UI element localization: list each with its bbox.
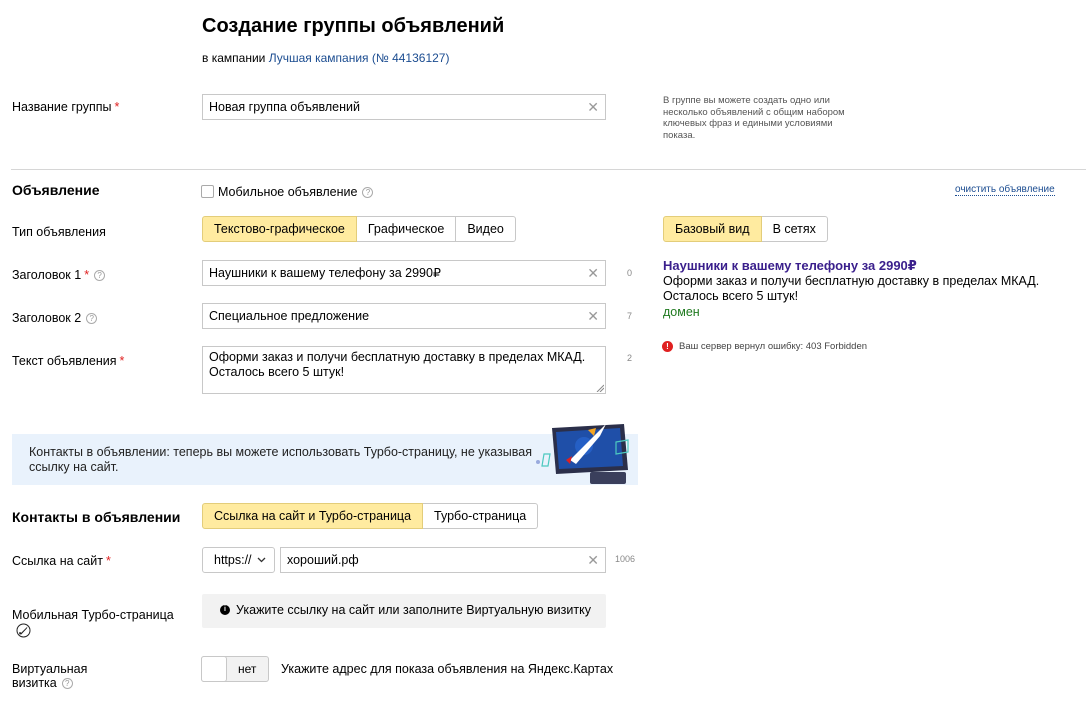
site-link-counter: 1006	[615, 554, 636, 564]
ad-section-title: Объявление	[12, 182, 100, 198]
preview-text: Оформи заказ и получи бесплатную доставк…	[663, 274, 1040, 303]
preview-error: ! Ваш сервер вернул ошибку: 403 Forbidde…	[662, 341, 867, 352]
question-icon[interactable]: ?	[86, 313, 98, 324]
vcard-label-line1: Виртуальная	[12, 662, 88, 676]
group-name-value: Новая группа объявлений	[209, 100, 361, 114]
mobile-ad-label: Мобильное объявление?	[218, 185, 374, 199]
turbo-notice-text: i Укажите ссылку на сайт или заполните В…	[220, 603, 591, 617]
title2-value: Специальное предложение	[209, 309, 370, 323]
mobile-ad-label-text: Мобильное объявление	[218, 185, 358, 199]
ad-type-graphic[interactable]: Графическое	[356, 216, 457, 242]
close-icon[interactable]: ✕	[587, 548, 599, 572]
question-icon[interactable]: ?	[362, 187, 374, 198]
protocol-select[interactable]: https://	[202, 547, 275, 573]
title1-label-text: Заголовок 1	[12, 268, 82, 282]
banner-illustration-icon	[536, 424, 629, 484]
site-link-input[interactable]: хороший.рф ✕	[280, 547, 606, 573]
close-icon[interactable]: ✕	[587, 304, 599, 328]
title1-label: Заголовок 1 *?	[12, 268, 106, 282]
group-name-label-text: Название группы	[12, 100, 112, 114]
title1-counter: 0	[627, 268, 633, 278]
clear-ad-link[interactable]: очистить объявление	[955, 184, 1055, 196]
vcard-label-line2: визитка	[12, 676, 57, 690]
group-hint: В группе вы можете создать одно или неск…	[663, 95, 845, 141]
vcard-toggle[interactable]: нет	[201, 656, 269, 682]
campaign-prefix: в кампании	[202, 51, 266, 65]
preview-domain: домен	[663, 305, 700, 319]
campaign-link[interactable]: Лучшая кампания (№ 44136127)	[269, 51, 450, 65]
ad-text-label: Текст объявления *	[12, 354, 124, 368]
toggle-knob	[201, 656, 227, 682]
required-mark: *	[84, 268, 90, 282]
ad-text-label-text: Текст объявления	[12, 354, 117, 368]
group-name-input[interactable]: Новая группа объявлений ✕	[202, 94, 606, 120]
preview-view-basic[interactable]: Базовый вид	[663, 216, 762, 242]
title2-counter: 7	[627, 311, 633, 321]
title1-value: Наушники к вашему телефону за 2990₽	[209, 266, 441, 280]
title2-label-text: Заголовок 2	[12, 311, 82, 325]
protocol-value: https://	[214, 553, 252, 567]
resize-handle-icon[interactable]	[596, 384, 604, 392]
preview-error-text: Ваш сервер вернул ошибку: 403 Forbidden	[679, 341, 868, 352]
group-name-label: Название группы *	[12, 100, 119, 114]
site-link-value: хороший.рф	[287, 553, 359, 567]
vcard-label: Виртуальная визитка?	[12, 662, 87, 690]
close-icon[interactable]: ✕	[587, 261, 599, 285]
turbo-banner-text: Контакты в объявлении: теперь вы можете …	[29, 445, 532, 474]
page-title: Создание группы объявлений	[202, 15, 505, 37]
campaign-subtitle: в кампании Лучшая кампания (№ 44136127)	[202, 51, 449, 65]
ad-type-text-graphic[interactable]: Текстово-графическое	[202, 216, 357, 242]
mobile-ad-checkbox[interactable]	[201, 185, 214, 198]
title1-input[interactable]: Наушники к вашему телефону за 2990₽ ✕	[202, 260, 606, 286]
required-mark: *	[105, 554, 111, 568]
site-link-label: Ссылка на сайт *	[12, 554, 111, 568]
title2-label: Заголовок 2?	[12, 311, 98, 325]
contacts-mode-switch: Ссылка на сайт и Турбо-страница Турбо-ст…	[202, 503, 539, 529]
contacts-section-title: Контакты в объявлении	[12, 509, 181, 525]
close-icon[interactable]: ✕	[587, 95, 599, 119]
ad-text-value: Оформи заказ и получи бесплатную доставк…	[209, 350, 586, 379]
chevron-down-icon	[257, 557, 266, 563]
ad-type-label: Тип объявления	[12, 225, 106, 239]
question-icon[interactable]: ?	[61, 678, 73, 689]
section-divider	[11, 169, 1086, 170]
exclamation-icon: !	[662, 341, 673, 352]
title2-input[interactable]: Специальное предложение ✕	[202, 303, 606, 329]
contacts-mode-turbo[interactable]: Турбо-страница	[423, 503, 539, 529]
site-link-label-text: Ссылка на сайт	[12, 554, 103, 568]
preview-view-networks[interactable]: В сетях	[761, 216, 828, 242]
contacts-mode-site-turbo[interactable]: Ссылка на сайт и Турбо-страница	[202, 503, 424, 529]
preview-title[interactable]: Наушники к вашему телефону за 2990₽	[663, 258, 917, 274]
turbo-page-label: Мобильная Турбо-страница	[12, 608, 174, 622]
ad-type-switch: Текстово-графическое Графическое Видео	[202, 216, 516, 242]
rocket-icon	[16, 623, 31, 638]
vcard-toggle-label: нет	[238, 662, 257, 676]
ad-text-counter: 2	[627, 353, 633, 363]
required-mark: *	[114, 100, 120, 114]
ad-text-input[interactable]: Оформи заказ и получи бесплатную доставк…	[202, 346, 606, 394]
info-icon: i	[220, 605, 230, 615]
preview-view-switch: Базовый вид В сетях	[663, 216, 828, 242]
ad-type-video[interactable]: Видео	[456, 216, 516, 242]
required-mark: *	[119, 354, 125, 368]
vcard-label-line2-wrap: визитка?	[12, 676, 87, 690]
turbo-notice-message: Укажите ссылку на сайт или заполните Вир…	[236, 603, 591, 617]
question-icon[interactable]: ?	[94, 270, 106, 281]
vcard-hint: Укажите адрес для показа объявления на Я…	[281, 662, 614, 676]
